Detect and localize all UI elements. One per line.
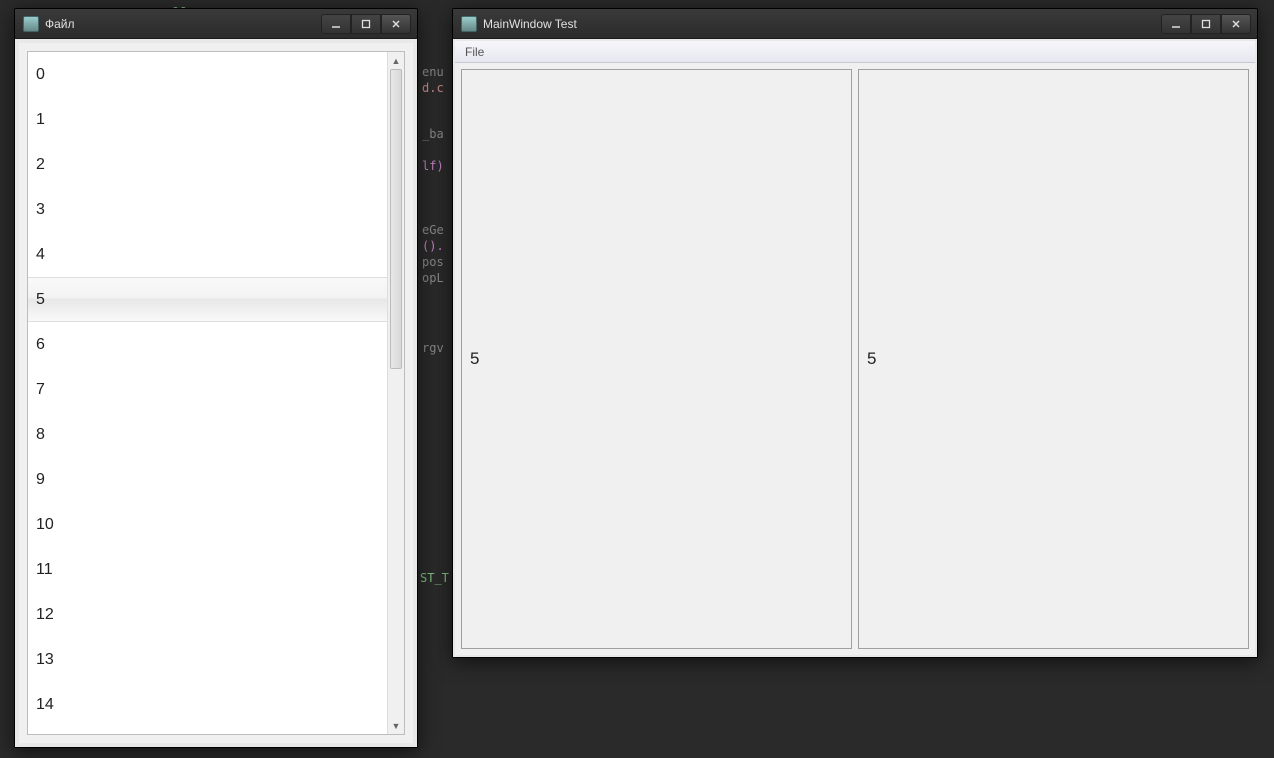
background-code-fragment: (). — [422, 238, 444, 254]
close-icon — [1231, 19, 1241, 29]
window-controls — [1161, 14, 1251, 34]
menubar: File — [455, 41, 1255, 63]
minimize-icon — [1171, 19, 1181, 29]
right-pane-value: 5 — [867, 349, 876, 369]
list-container: 01234567891011121314 ▲ ▼ — [27, 51, 405, 735]
list-item-label: 11 — [36, 561, 53, 579]
right-pane[interactable]: 5 — [858, 69, 1249, 649]
left-pane-value: 5 — [470, 349, 479, 369]
list-item[interactable]: 2 — [28, 142, 387, 187]
list-item[interactable]: 5 — [28, 277, 387, 322]
list-item[interactable]: 9 — [28, 457, 387, 502]
background-code-fragment: rgv — [422, 340, 444, 356]
list-item[interactable]: 10 — [28, 502, 387, 547]
number-list[interactable]: 01234567891011121314 — [28, 52, 387, 734]
list-item[interactable]: 12 — [28, 592, 387, 637]
close-button[interactable] — [381, 14, 411, 34]
list-item-label: 0 — [36, 66, 45, 84]
background-code-fragment: pos — [422, 254, 444, 270]
app-icon — [461, 16, 477, 32]
window-body: File 5 5 — [453, 39, 1257, 657]
list-item-label: 8 — [36, 426, 45, 444]
list-item[interactable]: 13 — [28, 637, 387, 682]
background-code-fragment: enu — [422, 64, 444, 80]
scroll-up-button[interactable]: ▲ — [388, 52, 404, 69]
minimize-icon — [331, 19, 341, 29]
background-code-fragment: opL — [422, 270, 444, 286]
list-item-label: 12 — [36, 606, 54, 624]
titlebar[interactable]: Файл — [15, 9, 417, 39]
list-item-label: 2 — [36, 156, 45, 174]
background-code-fragment: ST_T — [420, 570, 449, 586]
maximize-icon — [361, 19, 371, 29]
list-item-label: 9 — [36, 471, 45, 489]
list-item[interactable]: 14 — [28, 682, 387, 727]
close-icon — [391, 19, 401, 29]
background-code-fragment: _ba — [422, 126, 444, 142]
vertical-scrollbar[interactable]: ▲ ▼ — [387, 52, 404, 734]
background-code-fragment: lf) — [422, 158, 444, 174]
list-item-label: 13 — [36, 651, 54, 669]
maximize-icon — [1201, 19, 1211, 29]
list-item-label: 3 — [36, 201, 45, 219]
maximize-button[interactable] — [351, 14, 381, 34]
list-item[interactable]: 8 — [28, 412, 387, 457]
list-item-label: 1 — [36, 111, 45, 129]
panes-container: 5 5 — [455, 63, 1255, 655]
list-item[interactable]: 3 — [28, 187, 387, 232]
list-item-label: 14 — [36, 696, 54, 714]
titlebar[interactable]: MainWindow Test — [453, 9, 1257, 39]
scroll-down-button[interactable]: ▼ — [388, 717, 404, 734]
list-item-label: 10 — [36, 516, 54, 534]
window-controls — [321, 14, 411, 34]
list-item-label: 4 — [36, 246, 45, 264]
window-body: 01234567891011121314 ▲ ▼ — [15, 39, 417, 747]
list-item-label: 6 — [36, 336, 45, 354]
list-item[interactable]: 4 — [28, 232, 387, 277]
menu-file[interactable]: File — [455, 43, 494, 61]
minimize-button[interactable] — [321, 14, 351, 34]
background-code-fragment: d.c — [422, 80, 444, 96]
window-title: Файл — [45, 17, 321, 31]
left-pane[interactable]: 5 — [461, 69, 852, 649]
list-item[interactable]: 0 — [28, 52, 387, 97]
minimize-button[interactable] — [1161, 14, 1191, 34]
window-title: MainWindow Test — [483, 17, 1161, 31]
list-item[interactable]: 6 — [28, 322, 387, 367]
main-window: MainWindow Test File 5 5 — [452, 8, 1258, 658]
scroll-thumb[interactable] — [390, 69, 402, 369]
list-item-label: 5 — [36, 291, 45, 309]
app-icon — [23, 16, 39, 32]
list-item[interactable]: 7 — [28, 367, 387, 412]
file-window: Файл 01234567891011121314 ▲ ▼ — [14, 8, 418, 748]
list-item-label: 7 — [36, 381, 45, 399]
list-item[interactable]: 11 — [28, 547, 387, 592]
close-button[interactable] — [1221, 14, 1251, 34]
maximize-button[interactable] — [1191, 14, 1221, 34]
list-item[interactable]: 1 — [28, 97, 387, 142]
background-code-fragment: eGe — [422, 222, 444, 238]
